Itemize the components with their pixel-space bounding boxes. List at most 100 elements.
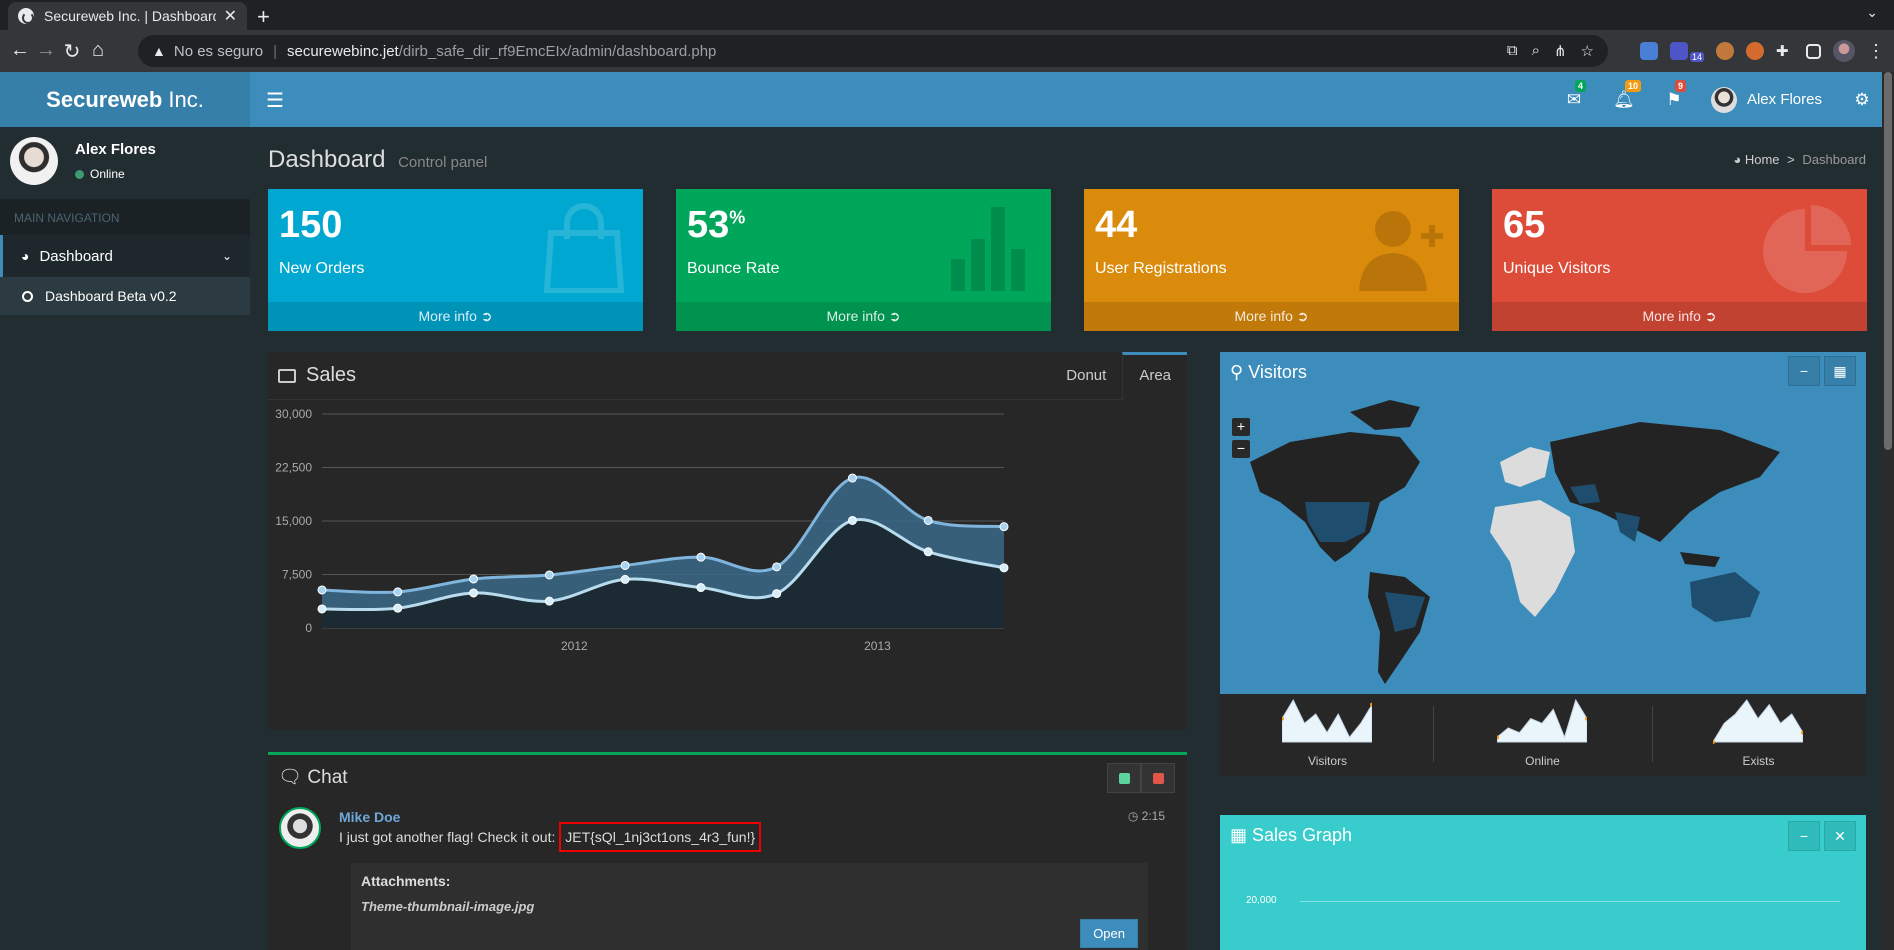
tab-donut[interactable]: Donut — [1050, 352, 1122, 400]
extension-cookie2-icon[interactable] — [1746, 42, 1765, 60]
stat-box-bounce-rate: 53% Bounce Rate More info ➲ — [676, 189, 1051, 331]
home-icon[interactable]: ⌂ — [86, 39, 110, 62]
breadcrumb-home[interactable]: Home — [1745, 152, 1780, 167]
collapse-button[interactable]: − — [1788, 821, 1820, 851]
stat-label: User Registrations — [1095, 260, 1227, 277]
visitors-sparklines: Visitors Online Exists — [1220, 694, 1866, 776]
data-point-series-1 — [923, 547, 933, 557]
sidebar-item-dashboard-beta[interactable]: Dashboard Beta v0.2 — [0, 277, 250, 315]
sales-graph-gridline — [1300, 901, 1840, 902]
new-tab-icon[interactable]: + — [257, 4, 270, 30]
map-australia[interactable] — [1690, 572, 1760, 622]
map-africa[interactable] — [1490, 500, 1575, 617]
message-prefix: I just got another flag! Check it out: — [339, 829, 556, 845]
sparkline-chart — [1713, 699, 1803, 744]
flag-highlight: JET{sQl_1nj3ct1ons_4r3_fun!} — [559, 822, 762, 852]
logo-bold: Secureweb — [46, 86, 163, 112]
calendar-button[interactable]: ▦ — [1824, 356, 1856, 386]
extension-translate-icon[interactable] — [1640, 42, 1658, 60]
share-icon[interactable]: ⋔ — [1554, 42, 1567, 60]
translate-icon[interactable]: ⧉ — [1507, 42, 1518, 60]
sidebar-toggle-icon[interactable]: ☰ — [266, 88, 284, 113]
tab-title: Secureweb Inc. | Dashboard — [44, 8, 216, 24]
y-tick-label: 0 — [305, 621, 312, 635]
data-point-series-1 — [469, 588, 479, 598]
stat-box-new-orders: 150 New Orders More info ➲ — [268, 189, 643, 331]
data-point-series-1 — [696, 583, 706, 593]
sidebar-item-label: Dashboard Beta v0.2 — [45, 288, 177, 304]
th-icon: ▦ — [1230, 825, 1253, 845]
sales-tabs: Donut Area — [1050, 352, 1187, 400]
sidebar-item-dashboard[interactable]: ◕ Dashboard ⌄ — [0, 235, 250, 277]
more-info-link[interactable]: More info ➲ — [268, 302, 643, 331]
scrollbar-thumb[interactable] — [1884, 72, 1892, 450]
insecure-label[interactable]: No es seguro — [174, 43, 263, 60]
map-india[interactable] — [1615, 512, 1640, 542]
status-online-button[interactable] — [1107, 763, 1141, 793]
sparkline-label: Exists — [1742, 754, 1775, 768]
control-sidebar-gear-icon[interactable]: ⚙ — [1842, 90, 1882, 110]
profile-avatar[interactable] — [1833, 40, 1856, 62]
more-info-link[interactable]: More info ➲ — [1492, 302, 1867, 331]
app-logo[interactable]: Secureweb Inc. — [0, 72, 250, 127]
user-plus-icon — [1359, 211, 1443, 291]
more-info-link[interactable]: More info ➲ — [1084, 302, 1459, 331]
stat-box-user-registrations: 44 User Registrations More info ➲ — [1084, 189, 1459, 331]
sidebar-header: MAIN NAVIGATION — [0, 199, 250, 235]
navbar-user-name: Alex Flores — [1746, 91, 1822, 108]
extensions-puzzle-icon[interactable]: ✚ — [1776, 42, 1794, 60]
page-title: Dashboard Control panel — [268, 146, 487, 174]
tab-close-icon[interactable]: ✕ — [224, 6, 237, 26]
back-icon[interactable]: ← — [8, 39, 32, 62]
forward-icon[interactable]: → — [34, 39, 58, 62]
map-asia[interactable] — [1550, 422, 1780, 542]
chat-status-tools — [1107, 763, 1175, 793]
browser-menu-icon[interactable]: ⋮ — [1867, 41, 1885, 62]
open-attachment-button[interactable]: Open — [1080, 919, 1138, 948]
map-europe[interactable] — [1500, 447, 1550, 487]
tab-area[interactable]: Area — [1122, 352, 1187, 400]
notifications-menu[interactable]: 🔔︎ 10 — [1599, 79, 1649, 110]
sparkline-area — [1713, 699, 1803, 743]
stat-value: 65 — [1503, 204, 1546, 246]
remove-button[interactable]: ✕ — [1824, 821, 1856, 851]
stat-value: 150 — [279, 204, 343, 246]
more-info-link[interactable]: More info ➲ — [676, 302, 1051, 331]
address-bar[interactable]: ▲ No es seguro | securewebinc.jet/dirb_s… — [138, 35, 1608, 67]
extension-cookie-icon[interactable] — [1716, 42, 1735, 60]
extension-vpn-icon[interactable] — [1670, 42, 1688, 60]
extensions-bar: 14 ✚ ⋮ — [1640, 40, 1885, 62]
page-scrollbar[interactable] — [1882, 72, 1894, 950]
address-separator: | — [273, 42, 277, 60]
map-indonesia[interactable] — [1680, 552, 1720, 567]
y-tick-label: 30,000 — [275, 407, 312, 421]
user-menu[interactable]: Alex Flores — [1699, 86, 1842, 113]
sidebar: Alex Flores Online MAIN NAVIGATION ◕ Das… — [0, 127, 250, 950]
reload-icon[interactable]: ↻ — [60, 39, 84, 64]
chat-title: 🗨︎ Chat — [278, 767, 348, 788]
sidepanel-icon[interactable] — [1806, 43, 1822, 59]
data-point-series-2 — [772, 562, 782, 572]
bell-icon: 🔔︎ — [1613, 89, 1635, 109]
url-host: securewebinc.jet — [286, 42, 399, 60]
message-author[interactable]: Mike Doe — [339, 809, 400, 825]
sales-graph-title: ▦ Sales Graph — [1230, 825, 1353, 845]
chevron-down-icon: ⌄ — [221, 249, 232, 263]
flag-icon: ⚑ — [1666, 89, 1682, 109]
world-map[interactable] — [1220, 392, 1866, 694]
messages-menu[interactable]: ✉ 4 — [1549, 79, 1599, 110]
browser-tab[interactable]: Secureweb Inc. | Dashboard ✕ — [8, 2, 247, 30]
warning-icon[interactable]: ▲ — [152, 43, 166, 59]
zoom-icon[interactable]: ⌕ — [1532, 42, 1540, 60]
url-path: /dirb_safe_dir_rf9EmcEIx/admin/dashboard… — [398, 42, 717, 60]
tasks-menu[interactable]: ⚑ 9 — [1649, 79, 1699, 110]
map-north-america[interactable] — [1250, 432, 1420, 562]
tab-search-icon[interactable]: ⌄ — [1866, 4, 1878, 21]
data-point-series-2 — [317, 585, 327, 595]
collapse-button[interactable]: − — [1788, 356, 1820, 386]
data-point-series-2 — [847, 473, 857, 483]
bookmark-star-icon[interactable]: ☆ — [1581, 42, 1594, 60]
status-offline-button[interactable] — [1141, 763, 1175, 793]
sparkline-area — [1282, 698, 1372, 743]
map-greenland[interactable] — [1350, 400, 1420, 430]
